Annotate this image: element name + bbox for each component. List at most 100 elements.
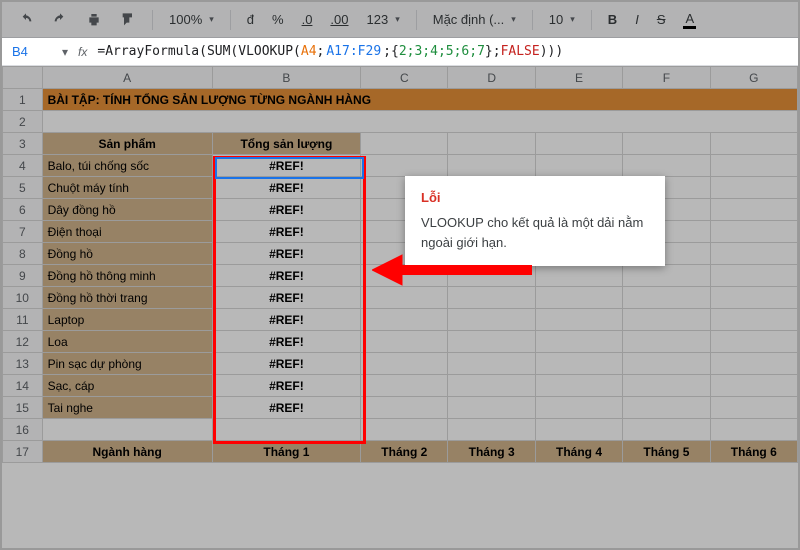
error-cell[interactable]: #REF!	[212, 375, 360, 397]
print-button[interactable]	[80, 8, 108, 32]
cell[interactable]	[448, 133, 535, 155]
cell[interactable]	[710, 199, 797, 221]
row-header[interactable]: 4	[3, 155, 43, 177]
redo-button[interactable]	[46, 8, 74, 32]
error-cell[interactable]: #REF!	[212, 397, 360, 419]
cell[interactable]	[535, 353, 622, 375]
cell[interactable]	[623, 331, 710, 353]
cell[interactable]	[361, 331, 448, 353]
header-total[interactable]: Tổng sản lượng	[212, 133, 360, 155]
cell[interactable]	[710, 155, 797, 177]
product-cell[interactable]: Sạc, cáp	[42, 375, 212, 397]
error-cell[interactable]: #REF!	[212, 243, 360, 265]
cell[interactable]	[623, 419, 710, 441]
row-header[interactable]: 12	[3, 331, 43, 353]
row-header[interactable]: 5	[3, 177, 43, 199]
row-header[interactable]: 14	[3, 375, 43, 397]
row-header[interactable]: 16	[3, 419, 43, 441]
col-header-B[interactable]: B	[212, 67, 360, 89]
cell[interactable]	[623, 265, 710, 287]
row-header[interactable]: 6	[3, 199, 43, 221]
product-cell[interactable]: Đồng hồ	[42, 243, 212, 265]
cell[interactable]	[623, 375, 710, 397]
row-header[interactable]: 2	[3, 111, 43, 133]
col-header-F[interactable]: F	[623, 67, 710, 89]
cell[interactable]	[448, 331, 535, 353]
product-cell[interactable]: Tai nghe	[42, 397, 212, 419]
product-cell[interactable]: Pin sạc dự phòng	[42, 353, 212, 375]
cell[interactable]	[710, 309, 797, 331]
cell[interactable]	[623, 353, 710, 375]
zoom-dropdown[interactable]: 100%	[163, 8, 220, 31]
cell[interactable]	[448, 155, 535, 177]
undo-button[interactable]	[12, 8, 40, 32]
error-cell[interactable]: #REF!	[212, 155, 360, 177]
product-cell[interactable]: Điện thoại	[42, 221, 212, 243]
col-header-E[interactable]: E	[535, 67, 622, 89]
paint-format-button[interactable]	[114, 8, 142, 32]
month-header[interactable]: Tháng 3	[448, 441, 535, 463]
cell[interactable]	[361, 397, 448, 419]
product-cell[interactable]: Đồng hồ thời trang	[42, 287, 212, 309]
error-cell[interactable]: #REF!	[212, 287, 360, 309]
cell[interactable]	[535, 331, 622, 353]
error-cell[interactable]: #REF!	[212, 265, 360, 287]
decrease-decimal-button[interactable]: .0	[296, 8, 319, 31]
cell[interactable]	[361, 375, 448, 397]
cell[interactable]	[361, 309, 448, 331]
select-all-corner[interactable]	[3, 67, 43, 89]
cell[interactable]	[361, 419, 448, 441]
cell[interactable]	[448, 309, 535, 331]
cell[interactable]	[42, 111, 797, 133]
error-cell[interactable]: #REF!	[212, 353, 360, 375]
font-dropdown[interactable]: Mặc định (...	[427, 8, 522, 31]
cell[interactable]	[448, 397, 535, 419]
month-header[interactable]: Tháng 2	[361, 441, 448, 463]
fx-icon[interactable]: fx	[78, 45, 87, 59]
error-cell[interactable]: #REF!	[212, 309, 360, 331]
cell[interactable]	[42, 419, 212, 441]
row-header[interactable]: 10	[3, 287, 43, 309]
cell[interactable]	[710, 265, 797, 287]
header-product[interactable]: Sản phẩm	[42, 133, 212, 155]
cell[interactable]	[710, 133, 797, 155]
product-cell[interactable]: Balo, túi chống sốc	[42, 155, 212, 177]
cell[interactable]	[710, 177, 797, 199]
cell[interactable]	[535, 265, 622, 287]
error-cell[interactable]: #REF!	[212, 177, 360, 199]
cell[interactable]	[361, 133, 448, 155]
product-cell[interactable]: Loa	[42, 331, 212, 353]
row-header[interactable]: 17	[3, 441, 43, 463]
header-category[interactable]: Ngành hàng	[42, 441, 212, 463]
cell[interactable]	[448, 353, 535, 375]
col-header-G[interactable]: G	[710, 67, 797, 89]
error-cell[interactable]: #REF!	[212, 199, 360, 221]
error-cell[interactable]: #REF!	[212, 331, 360, 353]
col-header-D[interactable]: D	[448, 67, 535, 89]
cell[interactable]	[710, 221, 797, 243]
row-header[interactable]: 7	[3, 221, 43, 243]
cell[interactable]	[710, 419, 797, 441]
row-header[interactable]: 13	[3, 353, 43, 375]
row-header[interactable]: 9	[3, 265, 43, 287]
font-size-dropdown[interactable]: 10	[543, 8, 581, 31]
cell[interactable]	[448, 375, 535, 397]
row-header[interactable]: 3	[3, 133, 43, 155]
cell[interactable]	[710, 287, 797, 309]
col-header-A[interactable]: A	[42, 67, 212, 89]
cell[interactable]	[623, 309, 710, 331]
cell[interactable]	[535, 397, 622, 419]
cell[interactable]	[361, 155, 448, 177]
italic-button[interactable]: I	[629, 8, 645, 31]
cell[interactable]	[710, 331, 797, 353]
cell[interactable]	[535, 287, 622, 309]
cell[interactable]	[710, 397, 797, 419]
product-cell[interactable]: Chuột máy tính	[42, 177, 212, 199]
cell[interactable]	[710, 243, 797, 265]
currency-button[interactable]: đ	[241, 8, 260, 31]
row-header[interactable]: 15	[3, 397, 43, 419]
error-cell[interactable]: #REF!	[212, 221, 360, 243]
percent-button[interactable]: %	[266, 8, 290, 31]
month-header[interactable]: Tháng 5	[623, 441, 710, 463]
row-header[interactable]: 1	[3, 89, 43, 111]
